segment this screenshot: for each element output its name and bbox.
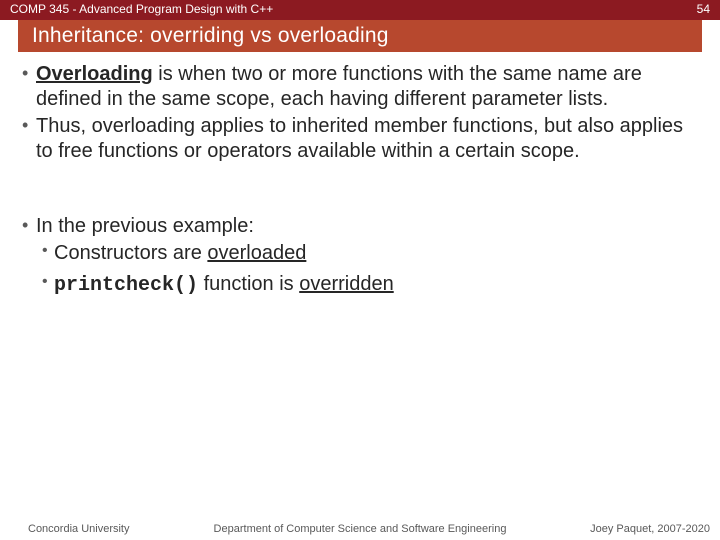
bullet-3-text: In the previous example: xyxy=(36,215,254,237)
bullet-3a-underline: overloaded xyxy=(207,242,306,264)
slide-number: 54 xyxy=(697,2,710,20)
bullet-2: Thus, overloading applies to inherited m… xyxy=(20,114,692,164)
bullet-1: Overloading is when two or more function… xyxy=(20,62,692,112)
bullet-3b: printcheck() function is overridden xyxy=(20,272,692,298)
spacer xyxy=(20,166,692,214)
bullet-3a: Constructors are overloaded xyxy=(20,241,692,266)
bullet-2-text: Thus, overloading applies to inherited m… xyxy=(36,115,683,162)
slide: COMP 345 - Advanced Program Design with … xyxy=(0,0,720,540)
bullet-3a-pre: Constructors are xyxy=(54,242,207,264)
bullet-3: In the previous example: xyxy=(20,214,692,239)
slide-title: Inheritance: overriding vs overloading xyxy=(32,24,389,48)
course-label: COMP 345 - Advanced Program Design with … xyxy=(10,2,273,20)
title-bar: Inheritance: overriding vs overloading xyxy=(18,20,702,52)
bullet-3b-mid: function is xyxy=(198,273,299,295)
footer-right: Joey Paquet, 2007-2020 xyxy=(590,523,710,540)
footer: Concordia University Department of Compu… xyxy=(0,522,720,540)
bullet-3b-underline: overridden xyxy=(299,273,394,295)
slide-body: Overloading is when two or more function… xyxy=(20,62,692,516)
top-bar: COMP 345 - Advanced Program Design with … xyxy=(0,0,720,20)
bullet-1-term: Overloading xyxy=(36,63,153,85)
bullet-3b-code: printcheck() xyxy=(54,274,198,297)
footer-left: Concordia University xyxy=(28,523,129,540)
